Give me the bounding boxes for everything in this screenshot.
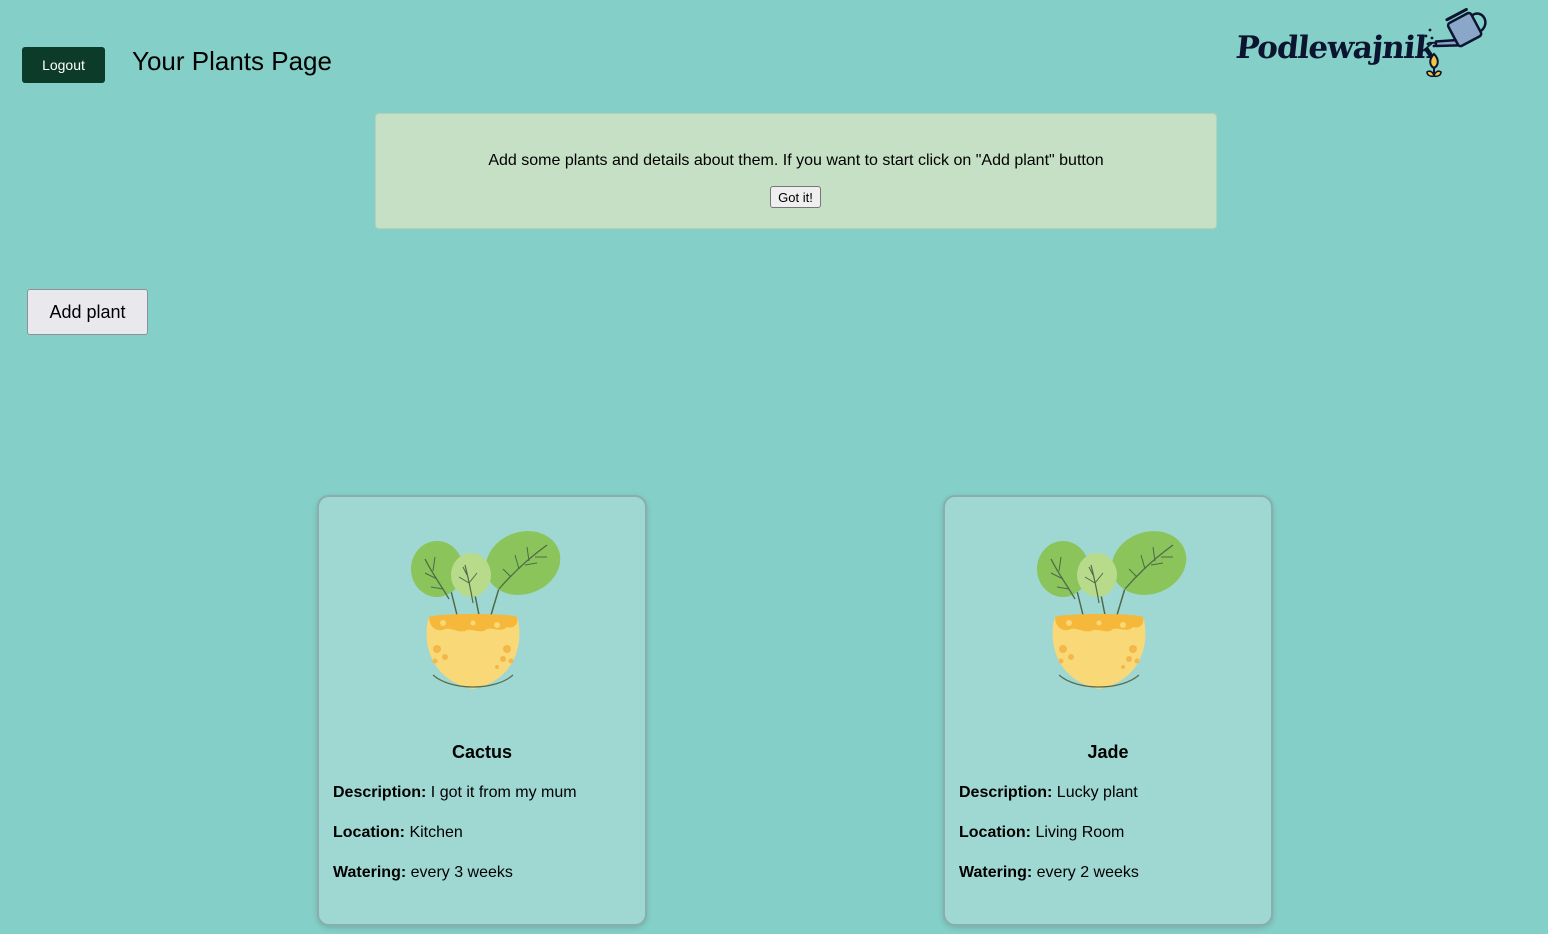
location-label: Location: xyxy=(333,824,405,841)
watering-label: Watering: xyxy=(959,864,1033,881)
info-message: Add some plants and details about them. … xyxy=(488,152,1104,169)
got-it-button[interactable]: Got it! xyxy=(770,186,821,208)
plant-description: Description: Lucky plant xyxy=(959,783,1138,803)
watering-value: every 3 weeks xyxy=(410,864,513,881)
location-value: Kitchen xyxy=(409,824,463,841)
location-label: Location: xyxy=(959,824,1031,841)
potted-plant-icon xyxy=(1037,531,1187,689)
info-banner: Add some plants and details about them. … xyxy=(375,113,1217,229)
brand-logo: Podlewajnik xyxy=(1234,6,1506,82)
watering-value: every 2 weeks xyxy=(1036,864,1139,881)
plant-name: Cactus xyxy=(451,742,513,762)
plant-watering: Watering: every 2 weeks xyxy=(959,863,1139,883)
description-value: I got it from my mum xyxy=(430,784,577,801)
watering-can-icon xyxy=(1423,7,1487,78)
add-plant-button[interactable]: Add plant xyxy=(27,289,148,335)
plant-card: Cactus Description: I got it from my mum… xyxy=(317,495,647,926)
watering-label: Watering: xyxy=(333,864,407,881)
description-label: Description: xyxy=(959,784,1053,801)
plant-watering: Watering: every 3 weeks xyxy=(333,863,513,883)
plant-location: Location: Kitchen xyxy=(333,823,463,843)
location-value: Living Room xyxy=(1035,824,1125,841)
plant-card: Jade Description: Lucky plant Location: … xyxy=(943,495,1273,926)
plant-description: Description: I got it from my mum xyxy=(333,783,577,803)
logout-button[interactable]: Logout xyxy=(22,47,105,83)
plant-name: Jade xyxy=(1087,742,1129,762)
description-value: Lucky plant xyxy=(1056,784,1138,801)
potted-plant-icon xyxy=(411,531,561,689)
description-label: Description: xyxy=(333,784,427,801)
plant-location: Location: Living Room xyxy=(959,823,1124,843)
page-title: Your Plants Page xyxy=(132,46,332,76)
brand-name: Podlewajnik xyxy=(1234,30,1438,66)
